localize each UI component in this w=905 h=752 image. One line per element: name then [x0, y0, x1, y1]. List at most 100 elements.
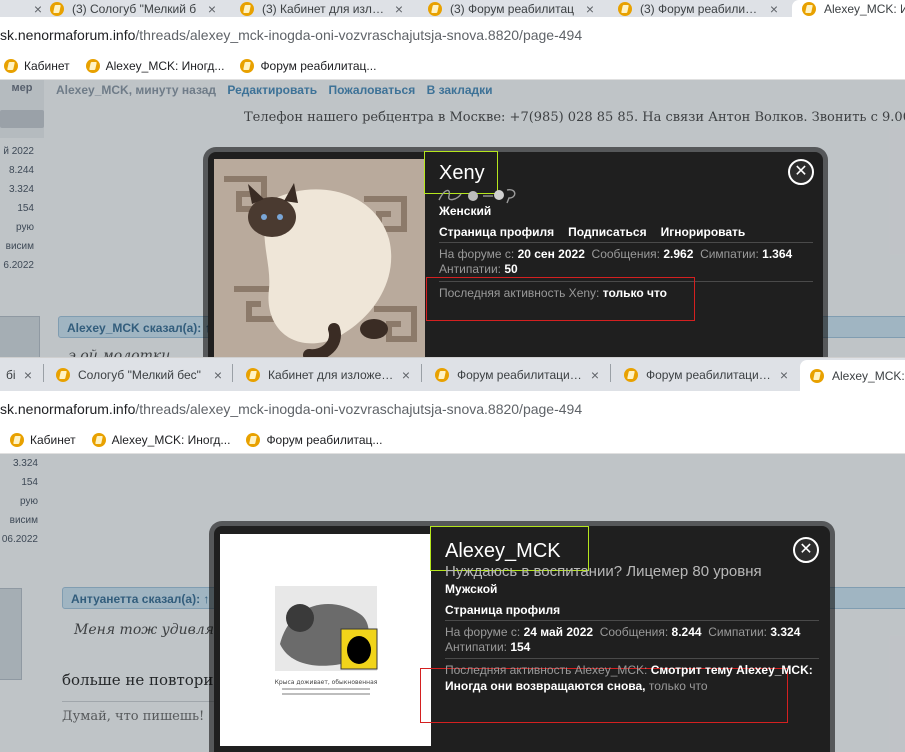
close-icon[interactable]: ×: [395, 1, 403, 17]
stat: 06.2022: [1, 534, 38, 545]
stat-label: На форуме с:: [439, 247, 515, 261]
tab-active[interactable]: Alexey_MCK: И: [800, 360, 905, 391]
bookmark-label: Форум реабилитац...: [266, 433, 383, 447]
close-icon[interactable]: ×: [24, 367, 32, 383]
profile-name[interactable]: Alexey_MCK: [445, 540, 561, 563]
stat-label: Сообщения:: [599, 625, 669, 639]
profile-page-link[interactable]: Страница профиля: [445, 603, 560, 617]
tab-label: Форум реабилитацион: [646, 367, 772, 382]
quote-body: э ой молотки: [68, 348, 171, 357]
activity-label: Последняя активность Alexey_MCK:: [445, 663, 648, 677]
divider: [445, 620, 819, 621]
close-icon[interactable]: ×: [402, 367, 410, 383]
close-icon[interactable]: ×: [591, 367, 599, 383]
dislike-count: 154: [510, 640, 531, 654]
message-count[interactable]: 8.244: [672, 625, 702, 639]
url-text: sk.nenormaforum.info/threads/alexey_mck-…: [0, 27, 582, 43]
tab-label: (3) Форум реабилитац: [450, 1, 574, 16]
tab-3[interactable]: (3) Кабинет для изложе ×: [230, 0, 413, 17]
activity-label: Последняя активность Xeny:: [439, 286, 600, 300]
site-favicon-icon: [428, 1, 442, 16]
ignore-link[interactable]: Игнорировать: [661, 225, 746, 239]
profile-popup: Xeny ✕ Женский Страница профиля Подписат…: [208, 151, 823, 357]
site-favicon-icon: [85, 59, 100, 73]
sidebar-stats: 3.324 154 рую висим 06.2022: [0, 454, 38, 549]
tab-label: Alexey_MCK: И: [832, 368, 905, 383]
tab-5[interactable]: Форум реабилитацион ×: [614, 358, 798, 391]
stat: 154: [17, 203, 34, 214]
stat: 8.244: [8, 165, 34, 176]
tab-label: бі: [6, 367, 16, 382]
site-favicon-icon: [246, 433, 261, 447]
tab-4[interactable]: Форум реабилитацион ×: [425, 358, 609, 391]
close-icon[interactable]: ×: [770, 1, 778, 17]
address-bar[interactable]: sk.nenormaforum.info/threads/alexey_mck-…: [0, 17, 905, 53]
site-favicon-icon: [4, 59, 18, 73]
bookmark-cabinet[interactable]: Кабинет: [4, 59, 70, 73]
avatar[interactable]: [0, 588, 22, 680]
profile-stats: На форуме с: 20 сен 2022 Сообщения: 2.96…: [439, 247, 813, 277]
bookmark-cabinet[interactable]: Кабинет: [10, 433, 76, 447]
close-circle-icon[interactable]: ✕: [788, 159, 814, 185]
post-body-text: больше не повторит: [62, 671, 222, 689]
bookmark-thread[interactable]: Alexey_MCK: Иногд...: [91, 433, 230, 447]
close-icon[interactable]: ×: [780, 367, 788, 383]
close-icon[interactable]: ×: [586, 1, 594, 17]
site-favicon-icon: [50, 1, 64, 16]
message-count[interactable]: 2.962: [663, 247, 693, 261]
close-icon[interactable]: ×: [208, 1, 216, 17]
avatar-caption: Крыса доживает, обыкновенная: [275, 679, 378, 686]
site-favicon-icon: [10, 433, 24, 447]
dislike-count: 50: [504, 262, 518, 276]
tab-2[interactable]: (3) Сологуб "Мелкий б ×: [40, 0, 226, 17]
stat-label: Антипатии:: [439, 262, 501, 276]
bookmark-thread[interactable]: Alexey_MCK: Иногд...: [85, 59, 225, 73]
profile-stats: На форуме с: 24 май 2022 Сообщения: 8.24…: [445, 625, 819, 655]
post-signature: Думай, что пишешь!: [62, 709, 205, 724]
avatar[interactable]: [0, 316, 40, 357]
tab-strip: бі × Сологуб "Мелкий бес" × Кабинет для …: [0, 358, 905, 391]
stat: 154: [21, 477, 38, 488]
site-favicon-icon: [624, 367, 638, 382]
stat: рую: [20, 496, 38, 507]
tab-2[interactable]: Сологуб "Мелкий бес" ×: [46, 358, 232, 391]
activity-value: только что: [648, 679, 708, 693]
cat-photo-image: [214, 159, 425, 357]
bookmark-label: Alexey_MCK: Иногд...: [105, 59, 225, 73]
bookmark-link[interactable]: В закладки: [427, 83, 493, 97]
joined-date: 24 май 2022: [523, 625, 594, 639]
signature-image: [438, 189, 516, 204]
tab-separator: [43, 364, 44, 382]
site-favicon-icon: [56, 367, 70, 382]
stat: 6.2022: [3, 260, 34, 271]
divider: [439, 242, 813, 243]
like-count: 3.324: [770, 625, 801, 639]
stat: висим: [5, 241, 34, 252]
tab-5[interactable]: (3) Форум реабилитац ×: [608, 0, 788, 17]
close-icon[interactable]: ×: [214, 367, 222, 383]
site-favicon-icon: [246, 367, 260, 382]
follow-link[interactable]: Подписаться: [568, 225, 646, 239]
tab-1[interactable]: бі ×: [0, 358, 42, 391]
profile-popup: Крыса доживает, обыкновенная Alexey_MCK …: [214, 526, 830, 752]
address-bar[interactable]: sk.nenormaforum.info/threads/alexey_mck-…: [0, 391, 905, 427]
site-favicon-icon: [240, 1, 254, 16]
profile-name[interactable]: Xeny: [439, 162, 485, 185]
close-circle-icon[interactable]: ✕: [793, 537, 819, 563]
stat: 3.324: [8, 184, 34, 195]
edit-link[interactable]: Редактировать: [227, 83, 317, 97]
bookmark-forum[interactable]: Форум реабилитац...: [240, 59, 376, 73]
tab-4[interactable]: (3) Форум реабилитац ×: [418, 0, 604, 17]
profile-gender: Женский: [439, 204, 492, 218]
tab-label: Кабинет для изложени: [268, 367, 394, 382]
bookmark-forum[interactable]: Форум реабилитац...: [246, 433, 382, 447]
top-browser-window: × (3) Сологуб "Мелкий б × (3) Кабинет дл…: [0, 0, 905, 357]
tab-active[interactable]: Alexey_MCK: И: [792, 0, 905, 17]
report-link[interactable]: Пожаловаться: [328, 83, 415, 97]
sidebar-bar: [0, 110, 44, 128]
profile-page-link[interactable]: Страница профиля: [439, 225, 554, 239]
tab-strip: × (3) Сологуб "Мелкий б × (3) Кабинет дл…: [0, 0, 905, 17]
profile-links: Страница профиля: [445, 603, 560, 617]
site-favicon-icon: [240, 59, 255, 73]
tab-3[interactable]: Кабинет для изложени ×: [236, 358, 420, 391]
